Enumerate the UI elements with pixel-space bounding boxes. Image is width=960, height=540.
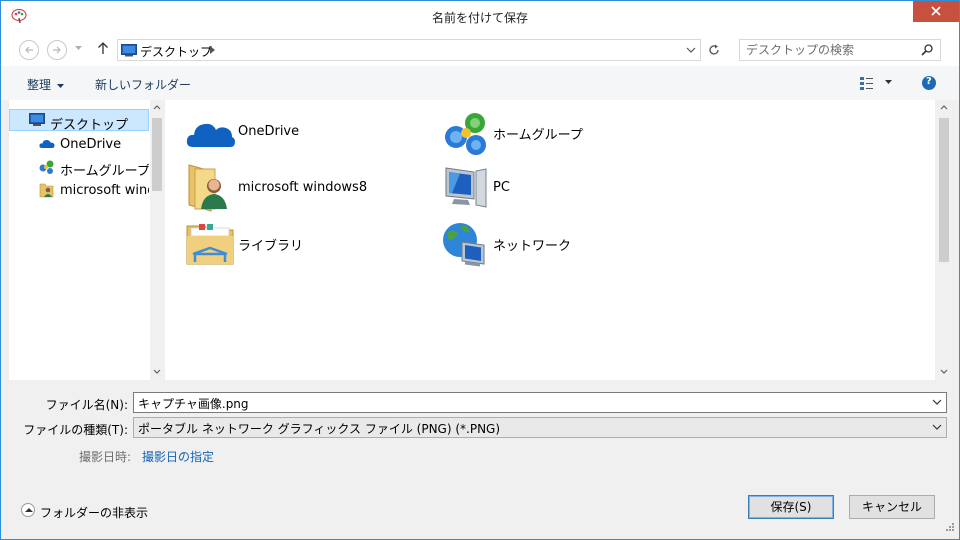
nav-scroll-thumb[interactable] xyxy=(152,118,162,191)
nav-item-onedrive[interactable]: OneDrive xyxy=(9,133,149,155)
caret-down-icon xyxy=(57,84,65,88)
homegroup-icon xyxy=(39,160,54,174)
nav-item-desktop[interactable]: デスクトップ xyxy=(9,109,149,131)
view-dropdown-icon[interactable] xyxy=(885,80,892,85)
recent-locations-dropdown[interactable] xyxy=(75,46,82,51)
desktop-icon xyxy=(121,44,137,57)
chevron-down-icon[interactable] xyxy=(932,399,942,405)
date-taken-label: 撮影日時: xyxy=(79,450,132,464)
address-bar[interactable]: デスクトップ xyxy=(117,39,701,61)
change-view-icon[interactable] xyxy=(859,75,875,91)
arrow-right-icon xyxy=(53,46,61,54)
save-as-dialog: 名前を付けて保存 デスクトップ デスクトップの検索 整理 新しいフォルダー ? … xyxy=(0,0,960,540)
item-library[interactable]: ライブラリ xyxy=(185,218,405,266)
onedrive-icon xyxy=(186,123,235,147)
resize-grip-icon[interactable] xyxy=(945,522,955,532)
scroll-up-icon[interactable] xyxy=(153,105,161,110)
close-button[interactable] xyxy=(913,1,959,22)
save-button[interactable]: 保存(S) xyxy=(748,495,834,519)
file-list: OneDrive ホームグループ microsoft windows8 PC ラ… xyxy=(165,100,935,380)
date-taken-link[interactable]: 撮影日の指定 xyxy=(142,448,214,465)
item-pc[interactable]: PC xyxy=(440,163,660,211)
item-label: OneDrive xyxy=(238,124,300,139)
scroll-down-icon[interactable] xyxy=(153,369,161,374)
address-location[interactable]: デスクトップ xyxy=(140,43,212,60)
network-icon xyxy=(443,223,485,267)
item-onedrive[interactable]: OneDrive xyxy=(185,109,405,157)
scroll-down-icon[interactable] xyxy=(940,369,948,374)
item-label: ホームグループ xyxy=(493,128,583,143)
filetype-select[interactable]: ポータブル ネットワーク グラフィックス ファイル (PNG) (*.PNG) xyxy=(133,417,947,438)
user-folder-icon xyxy=(39,183,54,198)
search-icon[interactable] xyxy=(921,44,933,56)
nav-label: microsoft windows8 xyxy=(60,183,149,198)
library-icon xyxy=(186,224,234,265)
filetype-value: ポータブル ネットワーク グラフィックス ファイル (PNG) (*.PNG) xyxy=(138,422,501,436)
search-box[interactable] xyxy=(739,39,941,61)
content-scrollbar[interactable] xyxy=(937,100,951,380)
back-button[interactable] xyxy=(19,40,39,60)
filename-label: ファイル名(N): xyxy=(45,398,128,412)
help-button[interactable]: ? xyxy=(922,76,936,90)
address-row: デスクトップ xyxy=(1,32,959,66)
forward-button[interactable] xyxy=(47,40,67,60)
item-network[interactable]: ネットワーク xyxy=(440,218,660,267)
up-arrow-icon[interactable] xyxy=(97,41,109,55)
pc-icon xyxy=(445,167,487,208)
item-label: ネットワーク xyxy=(493,239,572,254)
cancel-button[interactable]: キャンセル xyxy=(849,495,935,519)
arrow-left-icon xyxy=(25,46,33,54)
nav-label: デスクトップ xyxy=(50,118,129,131)
nav-item-user[interactable]: microsoft windows8 xyxy=(9,179,149,201)
filename-field[interactable]: キャプチャ画像.png xyxy=(133,392,947,413)
homegroup-icon xyxy=(445,113,486,155)
item-user-folder[interactable]: microsoft windows8 xyxy=(185,163,435,212)
help-icon: ? xyxy=(926,76,932,87)
chevron-down-icon[interactable] xyxy=(932,424,942,430)
navigation-pane: デスクトップ OneDrive ホームグループ microsoft window… xyxy=(9,100,164,380)
desktop-icon xyxy=(29,113,45,126)
content-scroll-thumb[interactable] xyxy=(939,118,949,262)
organize-label: 整理 xyxy=(27,78,52,92)
nav-label: OneDrive xyxy=(60,137,122,152)
refresh-icon xyxy=(709,44,719,55)
item-label: PC xyxy=(493,180,510,195)
search-input[interactable] xyxy=(746,42,916,58)
collapse-icon xyxy=(21,503,35,517)
close-icon xyxy=(931,6,941,16)
hide-folders-label: フォルダーの非表示 xyxy=(40,506,149,520)
window-title: 名前を付けて保存 xyxy=(431,11,528,25)
item-homegroup[interactable]: ホームグループ xyxy=(440,109,660,157)
command-bar: 整理 新しいフォルダー ? xyxy=(1,66,959,100)
chevron-down-icon[interactable] xyxy=(686,47,696,53)
scroll-up-icon[interactable] xyxy=(940,105,948,110)
nav-item-homegroup[interactable]: ホームグループ xyxy=(9,156,149,178)
save-options: ファイル名(N): キャプチャ画像.png ファイルの種類(T): ポータブル … xyxy=(1,381,959,536)
refresh-button[interactable] xyxy=(703,39,725,61)
nav-label: ホームグループ xyxy=(60,164,149,178)
title-bar: 名前を付けて保存 xyxy=(1,1,959,32)
new-folder-button[interactable]: 新しいフォルダー xyxy=(95,76,191,93)
item-label: ライブラリ xyxy=(238,239,304,254)
user-folder-icon xyxy=(188,164,227,212)
filetype-label: ファイルの種類(T): xyxy=(23,423,128,437)
nav-scrollbar[interactable] xyxy=(150,100,164,380)
onedrive-icon xyxy=(39,140,55,148)
chevron-right-icon[interactable] xyxy=(210,46,215,54)
organize-menu[interactable]: 整理 xyxy=(27,76,65,93)
item-label: microsoft windows8 xyxy=(238,180,368,195)
filename-value: キャプチャ画像.png xyxy=(138,397,249,411)
